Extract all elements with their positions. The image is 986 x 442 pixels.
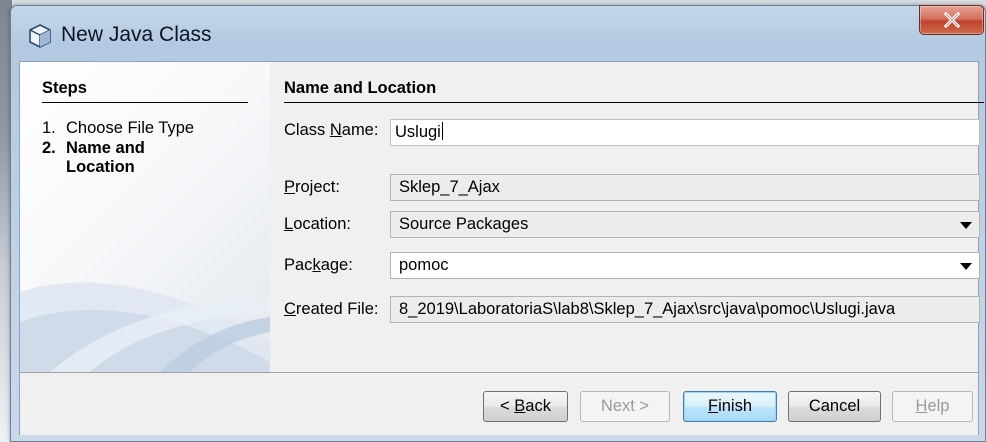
- project-value: Sklep_7_Ajax: [399, 178, 500, 196]
- chevron-down-icon[interactable]: [960, 222, 972, 229]
- chevron-down-icon[interactable]: [960, 263, 972, 270]
- close-icon: [943, 12, 960, 28]
- package-value: pomoc: [399, 256, 449, 274]
- decorative-swoosh-graphic: [20, 282, 270, 372]
- finish-button[interactable]: Finish: [683, 391, 777, 422]
- back-button[interactable]: < Back: [483, 391, 568, 422]
- steps-heading: Steps: [42, 79, 87, 97]
- package-combobox[interactable]: pomoc: [390, 252, 980, 279]
- step-number: 2.: [42, 139, 56, 157]
- location-label: Location:: [284, 215, 351, 233]
- class-name-label: Class Name:: [284, 121, 379, 139]
- button-bar: < Back Next > Finish Cancel Help: [20, 372, 978, 435]
- dialog-content: Steps 1. Choose File Type 2. Name and Loca…: [19, 61, 984, 435]
- step-choose-file-type: 1. Choose File Type: [42, 119, 194, 138]
- new-java-class-dialog: New Java Class Steps 1. Choose File Type …: [10, 5, 986, 442]
- project-label: Project:: [284, 178, 340, 196]
- cancel-button[interactable]: Cancel: [788, 391, 881, 422]
- created-file-label: Created File:: [284, 300, 379, 318]
- name-and-location-panel: Name and Location Class Name: Uslugi Pro…: [270, 62, 984, 372]
- java-cube-icon: [29, 24, 51, 48]
- section-title: Name and Location: [284, 79, 437, 97]
- step-label: Name and: [66, 139, 145, 157]
- text-caret: [441, 122, 443, 140]
- location-combobox[interactable]: Source Packages: [390, 211, 980, 238]
- location-value: Source Packages: [399, 215, 529, 233]
- help-button[interactable]: Help: [892, 391, 973, 422]
- class-name-value: Uslugi: [395, 123, 441, 141]
- next-button[interactable]: Next >: [580, 391, 670, 422]
- class-name-input[interactable]: Uslugi: [390, 119, 980, 146]
- close-button[interactable]: [919, 5, 984, 35]
- created-file-value: 8_2019\LaboratoriaS\lab8\Sklep_7_Ajax\sr…: [399, 300, 896, 318]
- project-field: Sklep_7_Ajax: [390, 174, 980, 201]
- package-label: Package:: [284, 256, 353, 274]
- section-divider: [284, 102, 984, 103]
- title-bar[interactable]: New Java Class: [11, 5, 985, 61]
- step-label: Choose File Type: [66, 119, 195, 137]
- created-file-field: 8_2019\LaboratoriaS\lab8\Sklep_7_Ajax\sr…: [390, 296, 980, 323]
- steps-divider: [42, 102, 248, 103]
- steps-panel: Steps 1. Choose File Type 2. Name and Loca…: [20, 62, 270, 372]
- step-number: 1.: [42, 119, 56, 137]
- step-label-line2: Location: [66, 158, 135, 176]
- step-name-and-location: 2. Name and Location: [42, 139, 145, 177]
- window-title: New Java Class: [61, 23, 212, 46]
